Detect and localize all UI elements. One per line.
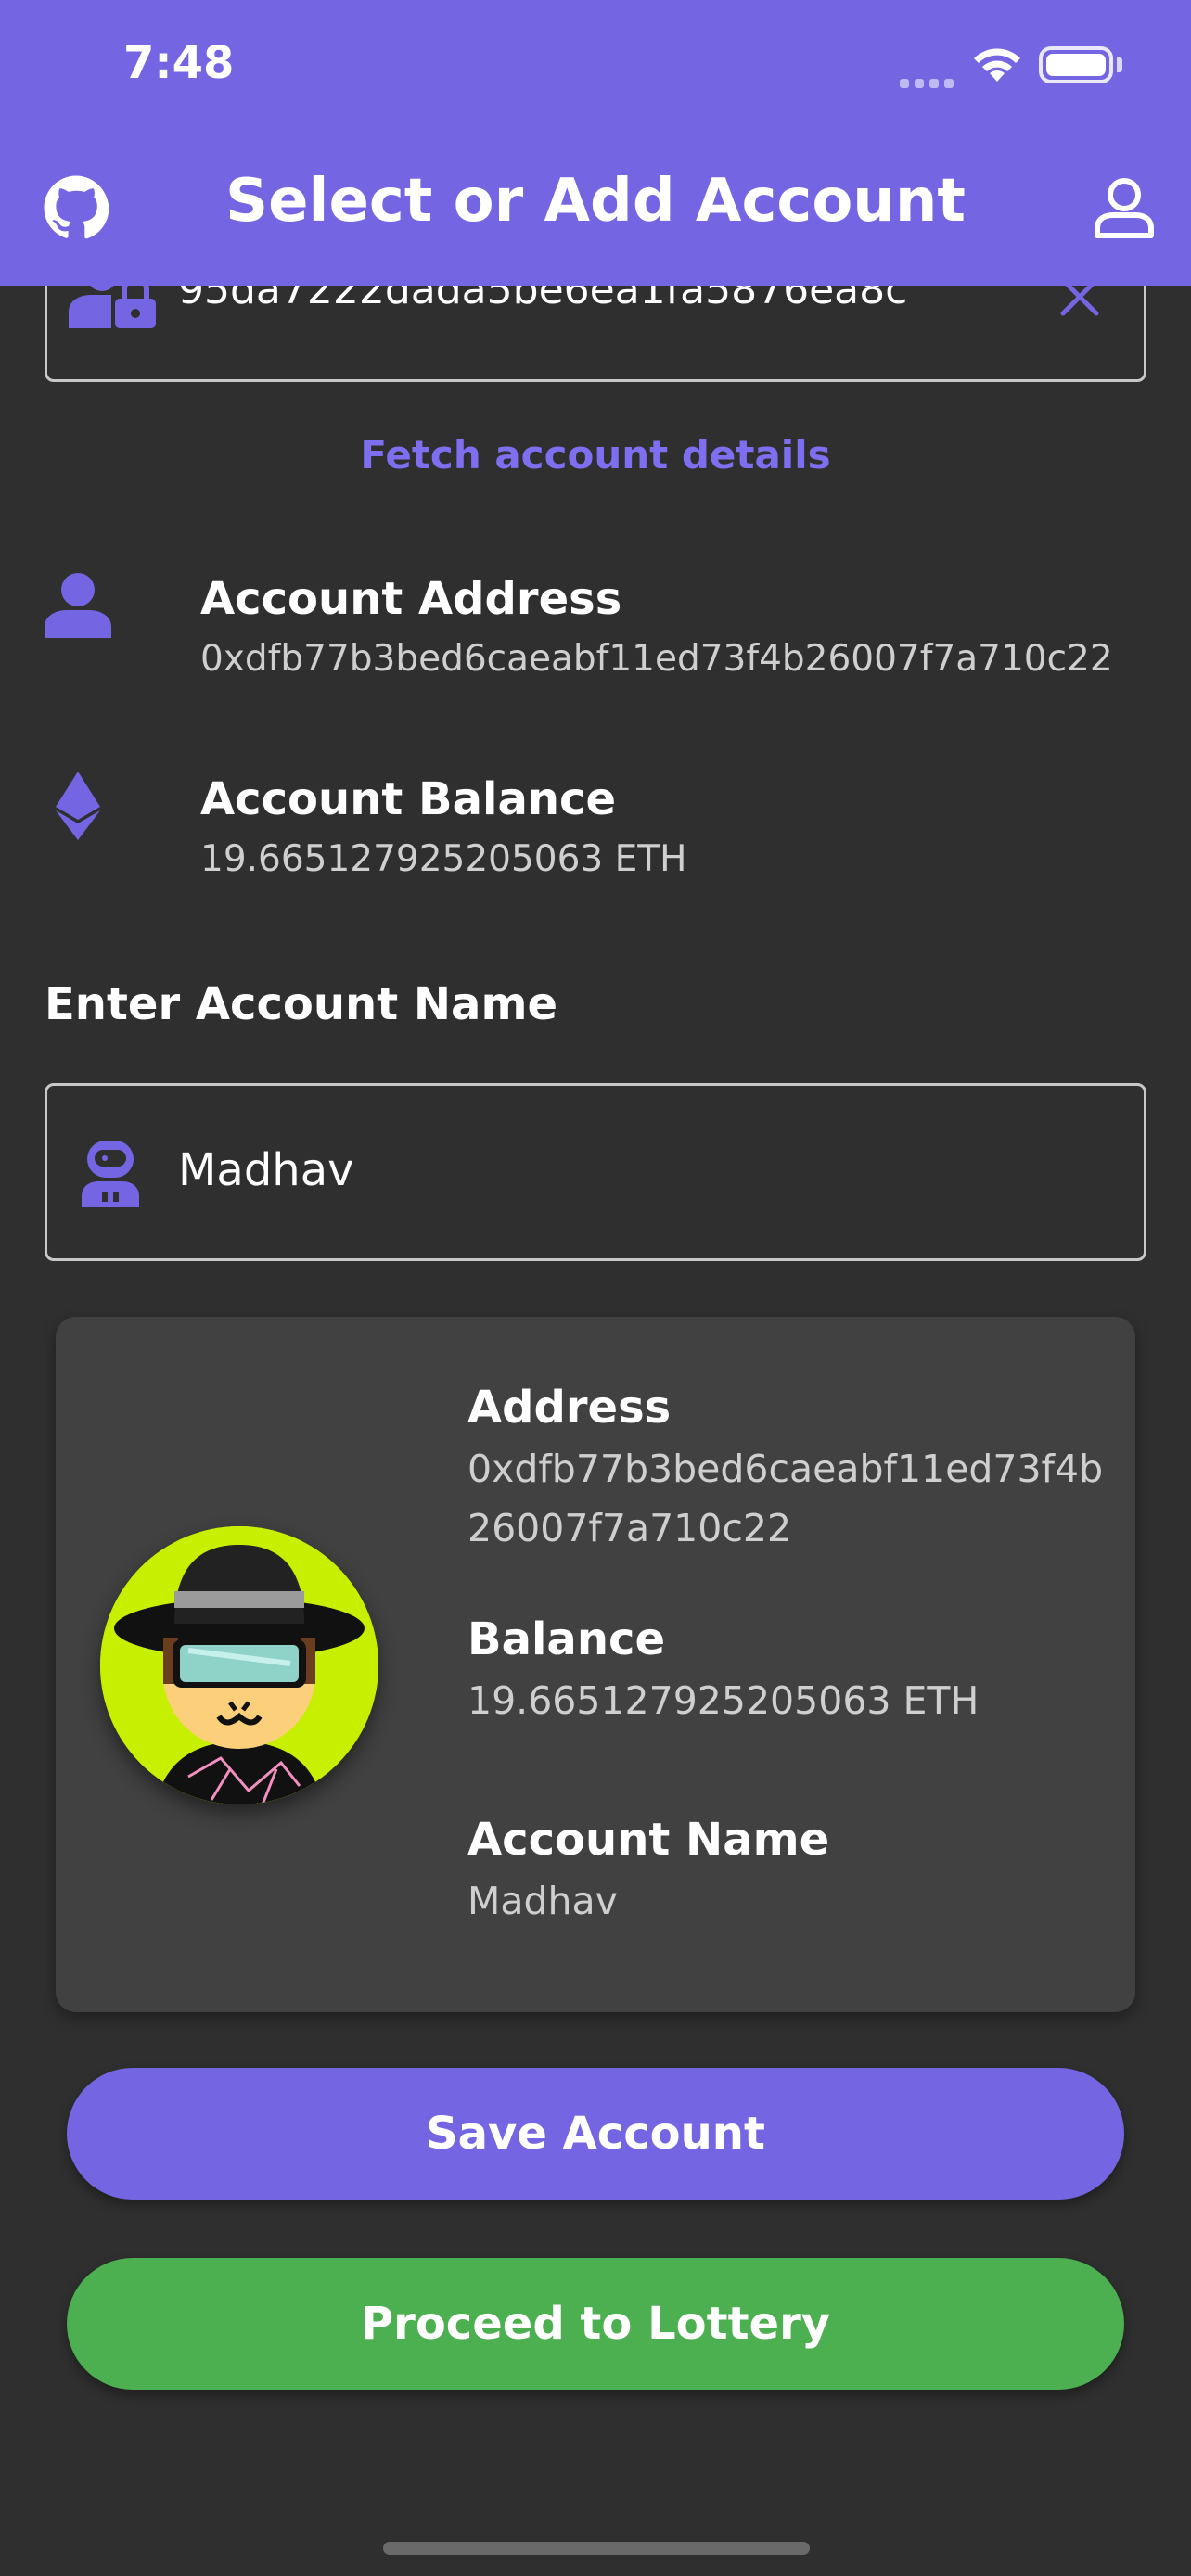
account-balance-value: 19.665127925205063 ETH — [200, 838, 687, 880]
proceed-to-lottery-button[interactable]: Proceed to Lottery — [67, 2258, 1124, 2390]
home-indicator[interactable] — [383, 2542, 810, 2555]
battery-cap — [1117, 57, 1122, 72]
account-name-value: Madhav — [178, 1144, 354, 1196]
account-address-value: 0xdfb77b3bed6caeabf11ed73f4b26007f7a710c… — [200, 638, 1113, 680]
card-address-value-line2: 26007f7a710c22 — [467, 1506, 792, 1550]
save-account-button[interactable]: Save Account — [67, 2068, 1124, 2200]
card-account-name-label: Account Name — [467, 1814, 830, 1866]
user-outline-icon[interactable] — [1091, 174, 1158, 245]
account-balance-label: Account Balance — [200, 773, 617, 825]
status-time: 7:48 — [123, 37, 235, 89]
user-icon — [45, 571, 111, 642]
card-account-name-value: Madhav — [467, 1879, 618, 1923]
fetch-account-details-link[interactable]: Fetch account details — [0, 432, 1191, 478]
card-address-value-line1: 0xdfb77b3bed6caeabf11ed73f4b — [467, 1447, 1104, 1491]
page-title: Select or Add Account — [225, 167, 966, 236]
enter-account-name-label: Enter Account Name — [45, 978, 558, 1030]
ethereum-icon — [56, 772, 100, 844]
avatar — [100, 1526, 378, 1804]
account-address-label: Account Address — [200, 573, 622, 625]
wifi-icon — [971, 45, 1023, 87]
card-balance-label: Balance — [467, 1613, 665, 1665]
card-balance-value: 19.665127925205063 ETH — [467, 1678, 980, 1723]
battery-icon — [1039, 46, 1113, 83]
card-address-label: Address — [467, 1382, 672, 1434]
robot-icon — [80, 1137, 141, 1211]
cellular-signal-icon — [900, 74, 959, 88]
